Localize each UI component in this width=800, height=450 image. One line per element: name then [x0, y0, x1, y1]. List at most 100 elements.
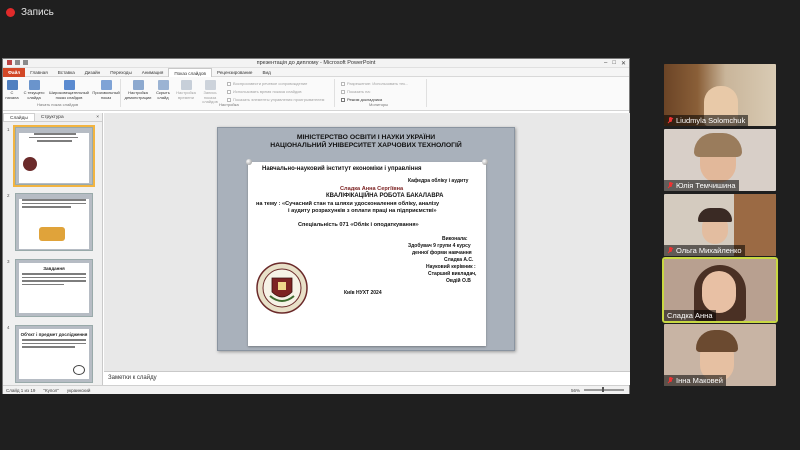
university-seal-icon: [256, 262, 308, 314]
zoom-control: 56%: [571, 387, 629, 393]
group-label-start: Начать показ слайдов: [37, 102, 79, 107]
group-label-setup: Настройка: [219, 102, 239, 107]
thumb-title: Завдання: [43, 266, 65, 271]
zoom-knob[interactable]: [602, 387, 604, 393]
shared-screen-powerpoint: презентація до диплому - Microsoft Power…: [2, 58, 630, 394]
group-start-show: С начала С текущего слайда Широковещател…: [3, 79, 121, 107]
participant-tile-2[interactable]: Юлія Темчишина: [664, 129, 776, 191]
thumb-text-lines: [19, 339, 89, 348]
from-current-button[interactable]: С текущего слайда: [23, 80, 45, 100]
close-button[interactable]: ✕: [621, 60, 626, 67]
participant-name: Інна Маковей: [664, 375, 726, 386]
participant-tile-4[interactable]: Сладка Анна: [662, 257, 778, 323]
slide-notes[interactable]: Заметки к слайду: [104, 371, 630, 385]
participant-tile-1[interactable]: Liudmyla Solomchuk: [664, 64, 776, 126]
thumb-preview: [13, 125, 95, 187]
tab-outline[interactable]: Структура: [35, 113, 70, 121]
quick-access-toolbar: [7, 60, 28, 65]
minimize-button[interactable]: –: [604, 60, 607, 67]
topic-line-2: і аудиту розрахунків з оплати праці на п…: [288, 208, 437, 214]
tab-home[interactable]: Главная: [25, 68, 52, 77]
thumb-text-lines: [19, 199, 89, 208]
from-start-button[interactable]: С начала: [5, 80, 19, 100]
tab-review[interactable]: Рецензирование: [212, 68, 257, 77]
thumb-text-lines: [19, 133, 89, 142]
save-icon[interactable]: [15, 60, 20, 65]
checkbox-icon: [227, 81, 231, 86]
participant-tile-5[interactable]: Інна Маковей: [664, 324, 776, 386]
pin-icon: [246, 159, 252, 165]
setup-icon: [132, 80, 144, 90]
record-show-button[interactable]: Запись показа слайдов: [199, 80, 221, 105]
undo-icon[interactable]: [23, 60, 28, 65]
hide-slide-icon: [157, 80, 169, 90]
tab-transitions[interactable]: Переходы: [105, 68, 137, 77]
close-pane-icon[interactable]: ×: [90, 113, 102, 121]
rehearse-timings-button[interactable]: Настройка времени: [175, 80, 197, 100]
custom-show-button[interactable]: Произвольный показ: [92, 80, 120, 100]
performer-label: Виконала:: [442, 236, 468, 242]
recording-label: Запись: [21, 6, 54, 18]
tab-slides[interactable]: Слайды: [3, 113, 35, 121]
theme-name: "Купол": [43, 387, 59, 393]
monitor-icon: [341, 81, 345, 86]
student-line-2: денної форми навчання: [412, 250, 472, 256]
muted-mic-icon: [667, 247, 673, 254]
supervisor-line-3: Овдій О.В: [446, 278, 471, 284]
window-title: презентація до диплому - Microsoft Power…: [256, 60, 376, 66]
work-type: КВАЛІФІКАЦІЙНА РОБОТА БАКАЛАВРА: [326, 193, 444, 199]
narration-checkbox[interactable]: Воспроизвести речевое сопровождение: [227, 81, 307, 86]
tab-file[interactable]: Файл: [3, 67, 26, 77]
muted-mic-icon: [667, 117, 673, 124]
checkbox-icon: [227, 89, 231, 94]
tab-slide-show[interactable]: Показ слайдов: [168, 67, 212, 77]
pane-tabs: Слайды Структура ×: [3, 113, 102, 122]
zoom-level[interactable]: 56%: [571, 388, 580, 393]
group-monitors: Разрешение: Использовать тек... Показать…: [337, 79, 427, 107]
department-text: Кафедра обліку і аудиту: [408, 178, 469, 184]
zoom-slider[interactable]: [584, 387, 624, 393]
group-label-monitors: Мониторы: [369, 102, 389, 107]
resolution-select[interactable]: Разрешение: Использовать тек...: [341, 81, 408, 86]
group-setup: Настройка демонстрации Скрыть слайд Наст…: [123, 79, 335, 107]
current-slide[interactable]: МІНІСТЕРСТВО ОСВІТИ І НАУКИ УКРАЇНИ НАЦІ…: [217, 127, 515, 351]
record-show-icon: [204, 80, 216, 90]
tab-animations[interactable]: Анимация: [137, 68, 169, 77]
ministry-line: МІНІСТЕРСТВО ОСВІТИ І НАУКИ УКРАЇНИ: [296, 134, 436, 141]
broadcast-button[interactable]: Широковещательный показ слайдов: [49, 80, 89, 100]
ribbon-slide-show: С начала С текущего слайда Широковещател…: [3, 77, 629, 111]
checkbox-icon: [227, 97, 231, 102]
checkbox-icon: [341, 97, 345, 102]
custom-show-icon: [100, 80, 112, 90]
participant-tile-3[interactable]: Ольга Михайленко: [664, 194, 776, 256]
participant-name: Юлія Темчишина: [664, 180, 739, 191]
slide-paper: Навчально-науковий інститут економіки і …: [246, 159, 488, 346]
maximize-button[interactable]: □: [612, 60, 616, 67]
broadcast-icon: [63, 80, 75, 90]
student-line-3: Сладка А.С.: [444, 257, 474, 263]
participant-name: Ольга Михайленко: [664, 245, 745, 256]
ppt-logo-icon: [7, 60, 12, 65]
participant-hair: [698, 208, 732, 222]
slide-editing-area: МІНІСТЕРСТВО ОСВІТИ І НАУКИ УКРАЇНИ НАЦІ…: [104, 113, 630, 371]
language-indicator[interactable]: украинский: [67, 388, 90, 393]
thumb-title: Об'єкт і предмет дослідження: [20, 332, 88, 337]
tab-view[interactable]: Вид: [257, 68, 275, 77]
timings-checkbox[interactable]: Использовать время показа слайдов: [227, 89, 302, 94]
setup-show-button[interactable]: Настройка демонстрации: [125, 80, 151, 100]
thumb-number: 4: [7, 325, 10, 330]
hide-slide-button[interactable]: Скрыть слайд: [153, 80, 173, 100]
tab-insert[interactable]: Вставка: [53, 68, 80, 77]
thumb-number: 2: [7, 193, 10, 198]
media-controls-checkbox[interactable]: Показать элементы управления проигрывате…: [227, 97, 324, 102]
show-on-select[interactable]: Показать на:: [341, 89, 371, 94]
topic-line-1: на тему : «Сучасний стан та шляхи удоско…: [256, 201, 440, 207]
participant-hair: [696, 330, 738, 352]
thumb-preview: Об'єкт і предмет дослідження: [15, 325, 93, 383]
thumb-preview: [15, 193, 93, 251]
muted-mic-icon: [667, 377, 673, 384]
slideshow-current-icon: [28, 80, 40, 90]
city-year: Київ НУХТ 2024: [344, 290, 382, 296]
tab-design[interactable]: Дизайн: [80, 68, 105, 77]
slide-header: МІНІСТЕРСТВО ОСВІТИ І НАУКИ УКРАЇНИ НАЦІ…: [218, 134, 514, 150]
